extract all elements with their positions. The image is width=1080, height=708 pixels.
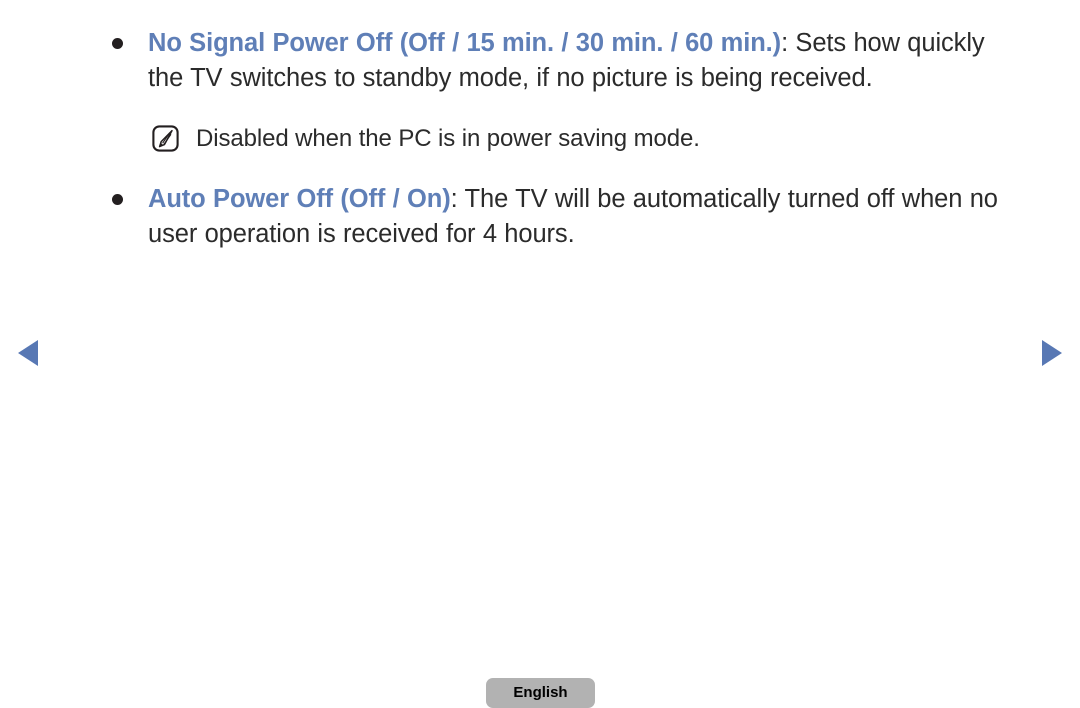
note-pencil-icon <box>152 125 179 152</box>
note-text: Disabled when the PC is in power saving … <box>196 125 700 152</box>
bullet-paragraph: No Signal Power Off (Off / 15 min. / 30 … <box>148 26 1000 97</box>
prev-page-button[interactable] <box>16 338 40 368</box>
triangle-right-icon <box>1042 340 1062 366</box>
manual-content: No Signal Power Off (Off / 15 min. / 30 … <box>0 0 1080 278</box>
bullet-marker-icon <box>112 37 123 49</box>
next-page-button[interactable] <box>1040 338 1064 368</box>
list-item: Auto Power Off (Off / On): The TV will b… <box>0 182 1080 253</box>
language-button[interactable]: English <box>486 678 595 708</box>
list-item: No Signal Power Off (Off / 15 min. / 30 … <box>0 26 1080 97</box>
bullet-marker-icon <box>112 193 123 205</box>
bullet-paragraph: Auto Power Off (Off / On): The TV will b… <box>148 182 1000 253</box>
setting-term: No Signal Power Off (Off / 15 min. / 30 … <box>148 28 782 57</box>
setting-term: Auto Power Off (Off / On) <box>148 184 451 213</box>
note-row: Disabled when the PC is in power saving … <box>0 122 1080 156</box>
triangle-left-icon <box>18 340 38 366</box>
